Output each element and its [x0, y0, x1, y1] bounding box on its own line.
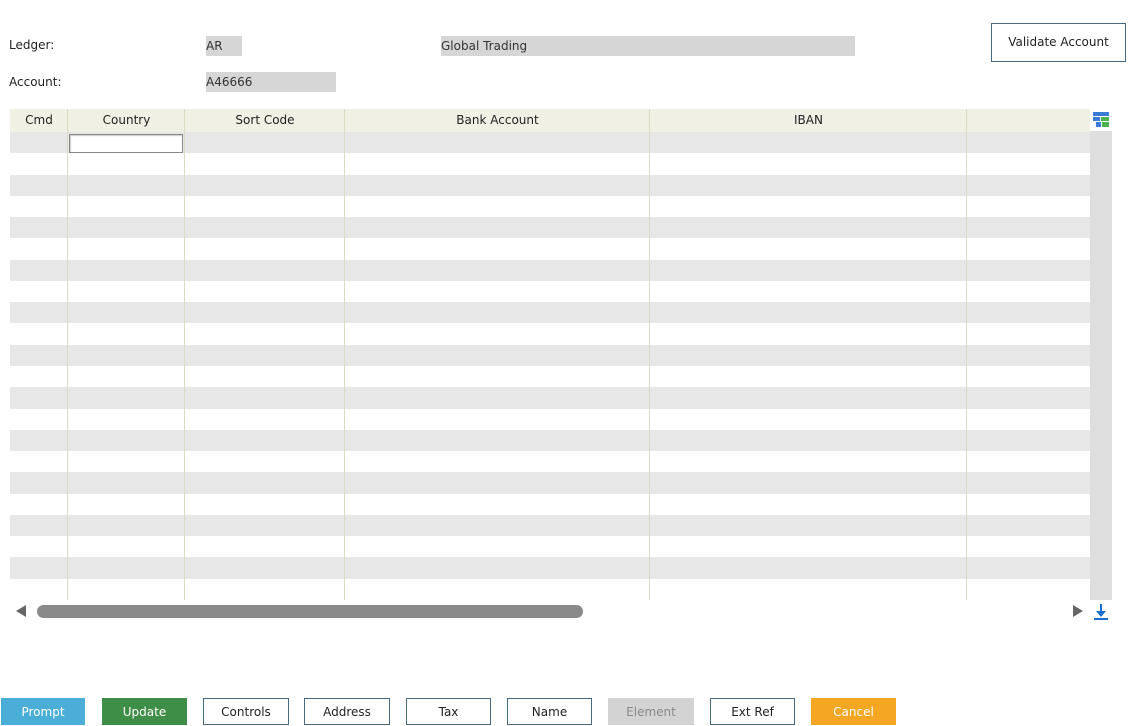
table-row[interactable] — [10, 387, 1090, 409]
element-button[interactable]: Element — [608, 698, 694, 725]
table-row[interactable] — [10, 195, 1090, 218]
table-row[interactable] — [10, 536, 1090, 558]
horizontal-scroll-thumb[interactable] — [37, 605, 583, 618]
table-row[interactable] — [10, 280, 1090, 303]
ledger-label: Ledger: — [9, 38, 55, 52]
column-header-iban[interactable]: IBAN — [650, 109, 967, 132]
table-row[interactable] — [10, 366, 1090, 388]
account-label: Account: — [9, 75, 62, 89]
tax-button[interactable]: Tax — [406, 698, 491, 725]
ledger-name-field: Global Trading — [441, 36, 855, 56]
prompt-button[interactable]: Prompt — [1, 698, 85, 725]
column-header-sort-code[interactable]: Sort Code — [185, 109, 345, 132]
table-row[interactable] — [10, 472, 1090, 494]
validate-account-button[interactable]: Validate Account — [991, 23, 1126, 62]
column-header-country[interactable]: Country — [68, 109, 185, 132]
bank-details-grid: Cmd Country Sort Code Bank Account IBAN — [10, 109, 1090, 600]
table-row[interactable] — [10, 514, 1090, 537]
scroll-left-arrow-icon[interactable] — [16, 605, 26, 617]
table-row[interactable] — [10, 259, 1090, 281]
grid-options-icon[interactable] — [1093, 112, 1109, 128]
download-icon[interactable] — [1093, 603, 1109, 621]
column-header-cmd[interactable]: Cmd — [10, 109, 68, 132]
address-button[interactable]: Address — [304, 698, 390, 725]
column-divider — [649, 109, 650, 600]
column-header-bank-account[interactable]: Bank Account — [345, 109, 650, 132]
name-button[interactable]: Name — [507, 698, 592, 725]
table-row[interactable] — [10, 429, 1090, 452]
column-divider — [67, 109, 68, 600]
table-row[interactable] — [10, 408, 1090, 430]
column-divider — [966, 109, 967, 600]
vertical-scrollbar[interactable] — [1090, 131, 1112, 600]
controls-button[interactable]: Controls — [203, 698, 289, 725]
table-row[interactable] — [10, 557, 1090, 579]
table-row[interactable] — [10, 493, 1090, 515]
update-button[interactable]: Update — [102, 698, 187, 725]
grid-header: Cmd Country Sort Code Bank Account IBAN — [10, 109, 1090, 132]
scroll-right-arrow-icon[interactable] — [1073, 605, 1083, 617]
table-row[interactable] — [10, 217, 1090, 239]
column-divider — [184, 109, 185, 600]
column-divider — [344, 109, 345, 600]
table-row[interactable] — [10, 302, 1090, 324]
ext-ref-button[interactable]: Ext Ref — [710, 698, 795, 725]
table-row[interactable] — [10, 174, 1090, 196]
column-header-extra[interactable] — [967, 109, 1090, 132]
horizontal-scrollbar[interactable] — [10, 600, 1090, 622]
table-row[interactable] — [10, 451, 1090, 473]
ledger-code-field[interactable]: AR — [206, 36, 242, 56]
country-cell-input[interactable] — [69, 134, 183, 153]
table-row[interactable] — [10, 153, 1090, 175]
cancel-button[interactable]: Cancel — [811, 698, 896, 725]
table-row[interactable] — [10, 344, 1090, 366]
account-field[interactable]: A46666 — [206, 72, 336, 92]
table-row[interactable] — [10, 323, 1090, 345]
table-row[interactable] — [10, 238, 1090, 260]
table-row[interactable] — [10, 578, 1090, 600]
